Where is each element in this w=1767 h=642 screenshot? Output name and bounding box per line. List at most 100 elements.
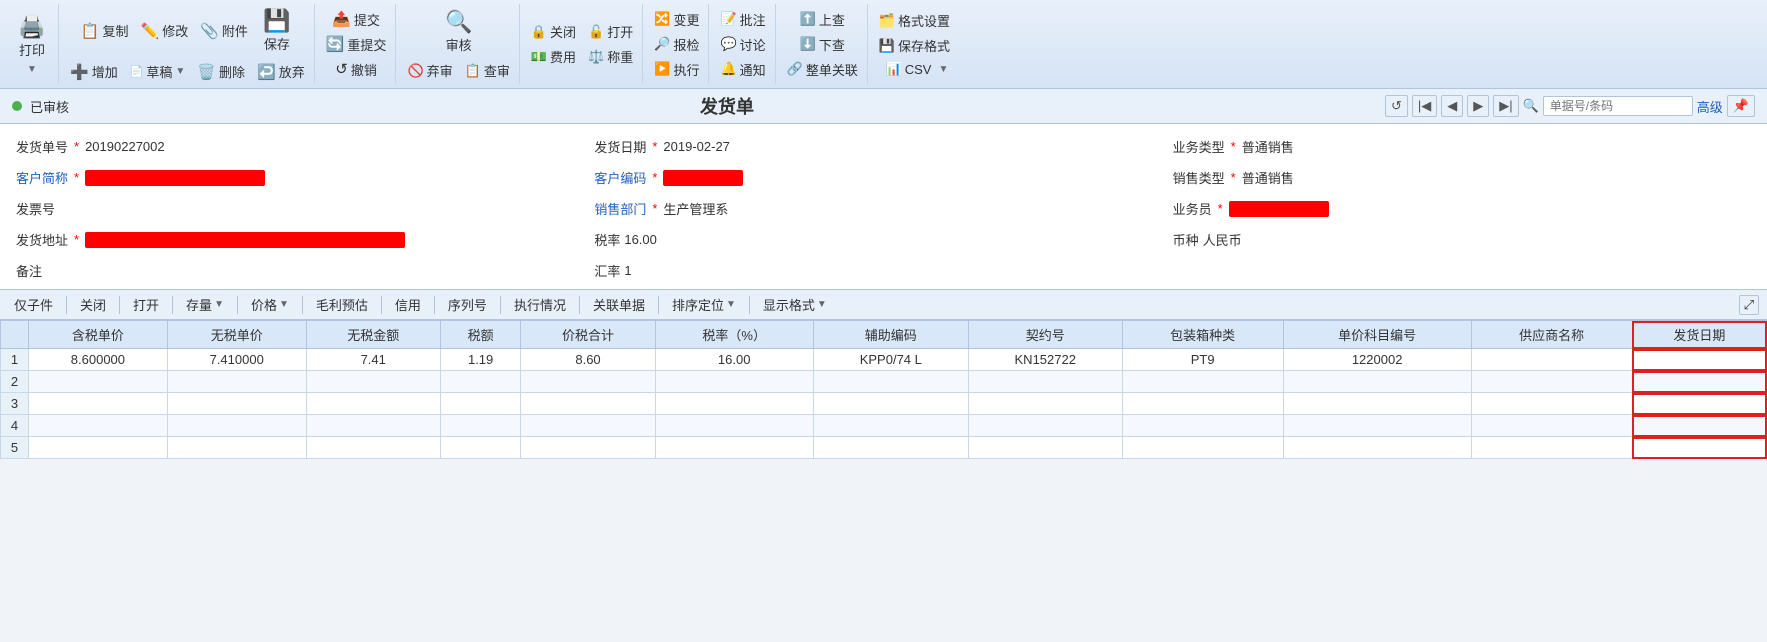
cell-1-7[interactable]: KPP0/74 L (813, 349, 968, 371)
inspect-button[interactable]: 🔎 报检 (649, 33, 704, 56)
cell-1-4[interactable]: 1.19 (440, 349, 521, 371)
cell-4-3[interactable] (306, 415, 440, 437)
delete-button[interactable]: 🗑️ 删除 (192, 60, 250, 83)
execute-button[interactable]: ▶️ 执行 (649, 58, 704, 81)
resubmit-button[interactable]: 🔄 重提交 (321, 33, 392, 56)
next-button[interactable]: ▶ (1467, 95, 1489, 117)
display-dropdown[interactable]: ▼ (817, 299, 827, 310)
cell-5-12[interactable] (1632, 437, 1766, 459)
credit-button[interactable]: 信用 (389, 293, 427, 316)
th-tax-price[interactable]: 含税单价 (29, 321, 168, 349)
format-button[interactable]: 🗂️ 格式设置 (874, 9, 955, 32)
cell-5-10[interactable] (1283, 437, 1471, 459)
cell-4-9[interactable] (1122, 415, 1283, 437)
notify-button[interactable]: 🔔 通知 (715, 58, 770, 81)
cell-3-10[interactable] (1283, 393, 1471, 415)
th-supplier[interactable]: 供应商名称 (1471, 321, 1632, 349)
fee-button[interactable]: 💵 费用 (526, 45, 581, 68)
sort-dropdown[interactable]: ▼ (726, 299, 736, 310)
cell-2-8[interactable] (968, 371, 1122, 393)
cell-3-5[interactable] (521, 393, 655, 415)
stock-dropdown[interactable]: ▼ (214, 299, 224, 310)
cell-5-3[interactable] (306, 437, 440, 459)
related-order-button[interactable]: 关联单据 (587, 293, 651, 316)
cell-5-1[interactable] (29, 437, 168, 459)
increase-button[interactable]: ➕ 增加 (65, 60, 123, 83)
sales-dept-label[interactable]: 销售部门 (594, 199, 646, 218)
cell-4-8[interactable] (968, 415, 1122, 437)
cell-2-11[interactable] (1471, 371, 1632, 393)
cell-2-4[interactable] (440, 371, 521, 393)
th-ship-date[interactable]: 发货日期 (1632, 321, 1766, 349)
sort-button[interactable]: 排序定位 ▼ (666, 293, 742, 316)
discuss-button[interactable]: 💬 讨论 (715, 33, 770, 56)
cell-1-1[interactable]: 8.600000 (29, 349, 168, 371)
cell-2-9[interactable] (1122, 371, 1283, 393)
save-format-button[interactable]: 💾 保存格式 (874, 34, 955, 57)
table-open-button[interactable]: 打开 (127, 293, 165, 316)
print-button[interactable]: 🖨️ 打印 (10, 13, 54, 62)
up-query-button[interactable]: ⬆️ 上查 (795, 8, 850, 31)
cell-2-1[interactable] (29, 371, 168, 393)
cell-3-6[interactable] (655, 393, 813, 415)
th-taxrate[interactable]: 税率（%） (655, 321, 813, 349)
cell-1-8[interactable]: KN152722 (968, 349, 1122, 371)
cell-2-2[interactable] (167, 371, 306, 393)
cell-4-10[interactable] (1283, 415, 1471, 437)
table-close-button[interactable]: 关闭 (74, 293, 112, 316)
customer-label[interactable]: 客户简称 (16, 168, 68, 187)
th-notax-amount[interactable]: 无税金额 (306, 321, 440, 349)
draft-button[interactable]: 📄 草稿 ▼ (125, 60, 191, 83)
first-button[interactable]: |◀ (1412, 95, 1437, 117)
cell-3-11[interactable] (1471, 393, 1632, 415)
pin-button[interactable]: 📌 (1727, 95, 1755, 117)
refresh-button[interactable]: ↺ (1385, 95, 1408, 117)
th-aux-code[interactable]: 辅助编码 (813, 321, 968, 349)
th-total[interactable]: 价税合计 (521, 321, 655, 349)
cell-4-7[interactable] (813, 415, 968, 437)
abandon-button[interactable]: 🚫 弃审 (402, 59, 457, 82)
cell-5-11[interactable] (1471, 437, 1632, 459)
cell-2-5[interactable] (521, 371, 655, 393)
cell-2-7[interactable] (813, 371, 968, 393)
seq-button[interactable]: 序列号 (442, 293, 493, 316)
cell-3-7[interactable] (813, 393, 968, 415)
cell-5-9[interactable] (1122, 437, 1283, 459)
advanced-button[interactable]: 高级 (1697, 97, 1723, 116)
expand-button[interactable]: ⤢ (1739, 295, 1759, 315)
cell-4-1[interactable] (29, 415, 168, 437)
cell-2-6[interactable] (655, 371, 813, 393)
th-contract-no[interactable]: 契约号 (968, 321, 1122, 349)
th-tax-amount[interactable]: 税额 (440, 321, 521, 349)
cell-1-12[interactable] (1632, 349, 1766, 371)
cell-1-5[interactable]: 8.60 (521, 349, 655, 371)
open-op-button[interactable]: 🔓 打开 (583, 20, 638, 43)
csv-button[interactable]: 📊 CSV (881, 59, 937, 79)
modify-button[interactable]: ✏️ 修改 (136, 19, 194, 42)
attach-button[interactable]: 📎 附件 (195, 19, 253, 42)
queryaudit-button[interactable]: 📋 查审 (460, 59, 515, 82)
prev-button[interactable]: ◀ (1441, 95, 1463, 117)
customer-code-label[interactable]: 客户编码 (594, 168, 646, 187)
approve-button[interactable]: 📝 批注 (715, 8, 770, 31)
cell-5-8[interactable] (968, 437, 1122, 459)
cell-5-7[interactable] (813, 437, 968, 459)
cell-3-12[interactable] (1632, 393, 1766, 415)
cell-3-1[interactable] (29, 393, 168, 415)
cell-5-2[interactable] (167, 437, 306, 459)
th-unit-code[interactable]: 单价科目编号 (1283, 321, 1471, 349)
cell-3-8[interactable] (968, 393, 1122, 415)
cell-1-10[interactable]: 1220002 (1283, 349, 1471, 371)
save-button[interactable]: 💾 保存 (255, 5, 299, 56)
search-input[interactable] (1543, 96, 1693, 116)
gross-est-button[interactable]: 毛利预估 (310, 293, 374, 316)
cell-4-12[interactable] (1632, 415, 1766, 437)
th-pkg-type[interactable]: 包装箱种类 (1122, 321, 1283, 349)
cell-5-4[interactable] (440, 437, 521, 459)
cell-1-11[interactable] (1471, 349, 1632, 371)
cell-5-5[interactable] (521, 437, 655, 459)
only-child-button[interactable]: 仅子件 (8, 293, 59, 316)
stock-button[interactable]: 存量 ▼ (180, 293, 230, 316)
cell-1-3[interactable]: 7.41 (306, 349, 440, 371)
weigh-button[interactable]: ⚖️ 称重 (583, 45, 638, 68)
